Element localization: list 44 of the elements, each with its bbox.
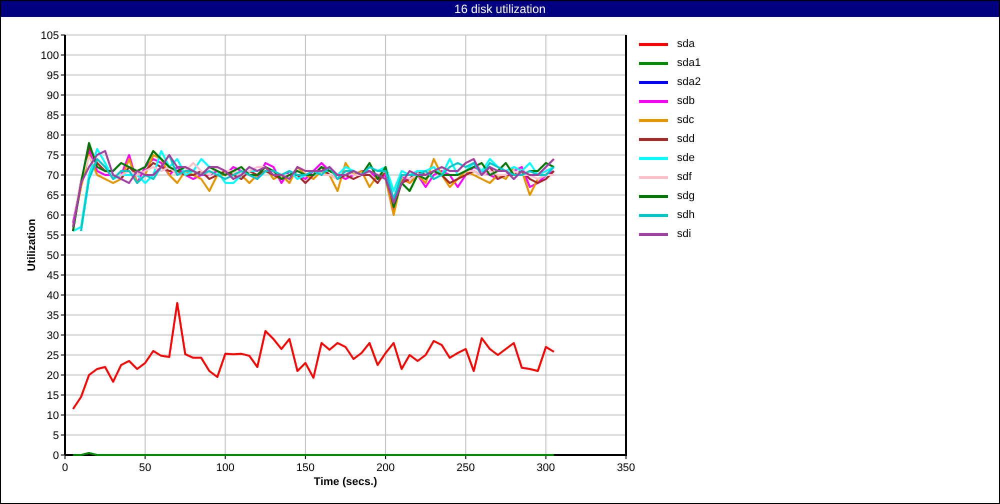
tick-label: 55	[46, 230, 59, 242]
legend-label: sdd	[677, 133, 695, 145]
tick-label: 10	[46, 410, 59, 422]
legend-label: sdh	[677, 209, 695, 221]
tick-label: 150	[296, 462, 315, 474]
tick-label: 65	[46, 190, 59, 202]
tick-label: 85	[46, 110, 59, 122]
tick-label: 30	[46, 330, 59, 342]
axis-title: Utilization	[26, 218, 38, 272]
tick-label: 100	[216, 462, 234, 474]
tick-label: 35	[46, 310, 59, 322]
tick-label: 80	[46, 130, 59, 142]
tick-label: 45	[46, 270, 59, 282]
tick-label: 25	[46, 350, 59, 362]
axis-title: Time (secs.)	[314, 476, 378, 488]
tick-label: 350	[616, 462, 636, 474]
legend-label: sdb	[677, 95, 695, 107]
legend-label: sda1	[677, 57, 701, 69]
tick-label: 100	[40, 50, 59, 62]
tick-label: 200	[376, 462, 395, 474]
tick-label: 90	[46, 90, 59, 102]
tick-label: 20	[46, 370, 59, 382]
tick-label: 5	[52, 430, 59, 442]
tick-label: 0	[52, 450, 59, 462]
tick-label: 95	[46, 70, 59, 82]
legend-label: sdf	[677, 171, 692, 183]
legend-label: sda2	[677, 76, 701, 88]
tick-label: 15	[46, 390, 59, 402]
tick-label: 70	[46, 170, 59, 182]
window-title: 16 disk utilization	[1, 1, 999, 17]
tick-label: 300	[536, 462, 556, 474]
tick-label: 0	[62, 462, 68, 474]
tick-label: 50	[46, 250, 59, 262]
legend-label: sda	[677, 38, 695, 50]
tick-label: 75	[46, 150, 59, 162]
legend-label: sdi	[677, 228, 692, 240]
tick-label: 50	[139, 462, 152, 474]
legend-label: sde	[677, 152, 695, 164]
legend-label: sdg	[677, 190, 695, 202]
tick-label: 105	[40, 30, 59, 42]
tick-label: 40	[46, 290, 59, 302]
tick-label: 250	[456, 462, 475, 474]
legend-label: sdc	[677, 114, 694, 126]
tick-label: 60	[46, 210, 59, 222]
